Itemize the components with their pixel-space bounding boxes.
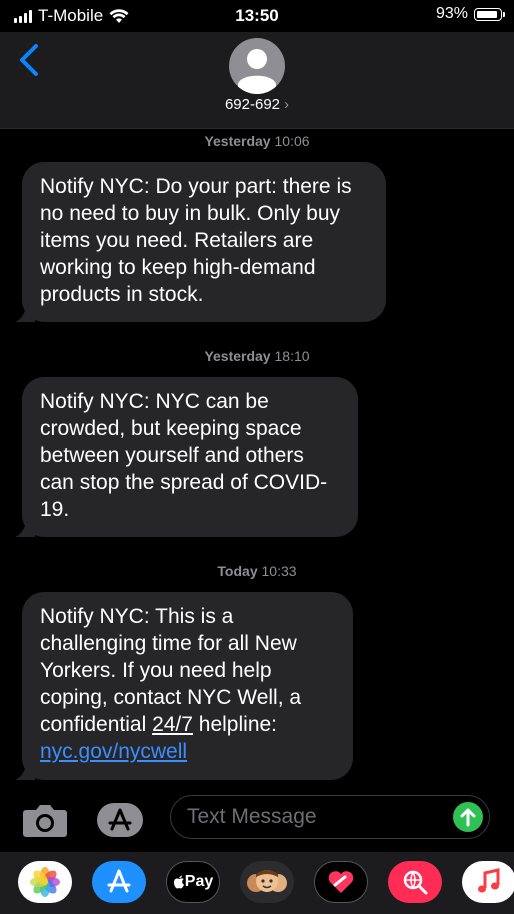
apple-pay-label: Pay <box>184 873 214 890</box>
bubble-tail <box>15 302 35 322</box>
message-text: Notify NYC: NYC can be crowded, but keep… <box>40 390 328 521</box>
message-input-placeholder: Text Message <box>187 805 317 828</box>
compose-bar: Text Message <box>0 792 514 852</box>
battery-percent: 93% <box>435 5 468 22</box>
contact-avatar[interactable] <box>229 38 285 94</box>
timestamp-day: Yesterday <box>204 348 271 364</box>
music-icon[interactable] <box>462 861 514 903</box>
arrow-up-icon <box>460 808 476 827</box>
incoming-message[interactable]: Notify NYC: NYC can be crowded, but keep… <box>15 377 358 537</box>
person-icon <box>238 49 276 94</box>
message-text: Notify NYC: Do your part: there is no ne… <box>40 175 352 306</box>
apple-pay-icon[interactable]: Pay <box>166 861 220 903</box>
app-store-button-icon[interactable] <box>96 802 144 838</box>
incoming-message[interactable]: Notify NYC: This is a challenging time f… <box>15 592 353 780</box>
timestamp: Today 10:33 <box>0 563 514 579</box>
send-button[interactable] <box>453 802 483 832</box>
bubble-tail <box>15 517 35 537</box>
conversation-header: 692-692 › <box>0 32 514 129</box>
photos-icon[interactable] <box>18 861 72 903</box>
bubble-tail <box>15 760 35 780</box>
web-search-icon[interactable] <box>388 861 442 903</box>
battery-icon <box>474 7 505 21</box>
message-text-after: helpline: <box>192 713 278 736</box>
message-link[interactable]: nyc.gov/nycwell <box>40 740 187 763</box>
chevron-right-icon: › <box>284 96 290 113</box>
status-bar: T-Mobile 13:50 93% <box>0 0 514 32</box>
incoming-message[interactable]: Notify NYC: Do your part: there is no ne… <box>15 162 386 322</box>
message-underlined-text[interactable]: 24/7 <box>152 713 193 736</box>
back-chevron-icon[interactable] <box>16 42 44 78</box>
timestamp-time: 18:10 <box>274 348 310 364</box>
message-input[interactable]: Text Message <box>170 795 490 839</box>
timestamp-time: 10:33 <box>261 563 297 579</box>
digital-touch-icon[interactable] <box>314 861 368 903</box>
app-store-icon[interactable] <box>92 861 146 903</box>
timestamp-day: Today <box>217 563 258 579</box>
battery-status: 93% <box>435 5 505 23</box>
app-drawer: Pay <box>0 852 514 914</box>
camera-icon[interactable] <box>22 802 68 838</box>
timestamp-day: Yesterday <box>204 133 271 149</box>
apple-logo-icon <box>173 875 184 889</box>
memoji-icon[interactable] <box>240 861 294 903</box>
timestamp: Yesterday 18:10 <box>0 348 514 364</box>
contact-number: 692-692 <box>224 96 281 113</box>
timestamp: Yesterday 10:06 <box>0 133 514 149</box>
contact-name[interactable]: 692-692 › <box>0 96 514 113</box>
timestamp-time: 10:06 <box>274 133 310 149</box>
